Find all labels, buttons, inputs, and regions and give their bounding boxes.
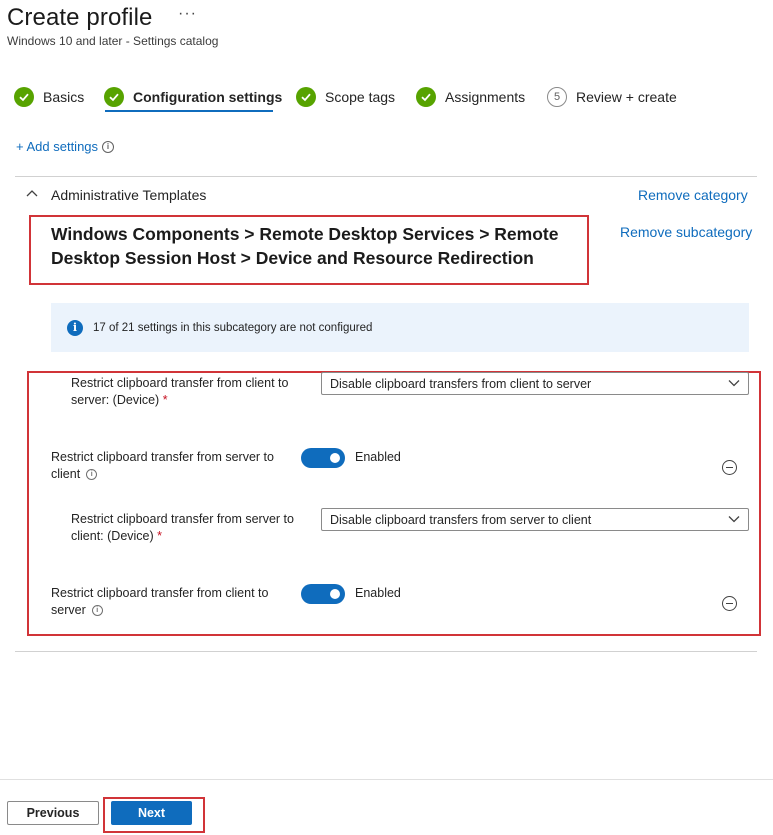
divider [15, 176, 757, 177]
chevron-down-icon [728, 516, 740, 523]
active-step-indicator [105, 110, 273, 112]
checkmark-icon [104, 87, 124, 107]
add-settings-link[interactable]: + Add settings i [16, 139, 115, 154]
toggle-knob [330, 589, 340, 599]
checkmark-icon [14, 87, 34, 107]
chevron-up-icon[interactable] [26, 188, 38, 198]
info-icon[interactable]: i [91, 605, 103, 617]
step-label: Review + create [576, 89, 677, 105]
info-icon[interactable]: i [86, 469, 98, 481]
required-marker: * [157, 529, 163, 543]
info-message-bar: i 17 of 21 settings in this subcategory … [51, 303, 749, 352]
step-assignments[interactable]: Assignments [416, 84, 525, 110]
step-scope-tags[interactable]: Scope tags [296, 84, 395, 110]
toggle-state-text: Enabled [355, 586, 401, 600]
setting-label: Restrict clipboard transfer from client … [51, 586, 269, 617]
add-settings-label: + Add settings [16, 139, 99, 154]
info-icon[interactable]: i [102, 140, 115, 153]
toggle-knob [330, 453, 340, 463]
step-label: Assignments [445, 89, 526, 105]
clipboard-client-to-server-toggle[interactable] [301, 584, 345, 604]
dropdown-value: Disable clipboard transfers from server … [330, 512, 592, 527]
dropdown-value: Disable clipboard transfers from client … [330, 376, 592, 391]
previous-button[interactable]: Previous [7, 801, 99, 825]
remove-setting-icon[interactable] [722, 596, 737, 611]
checkmark-icon [416, 87, 436, 107]
required-marker: * [162, 393, 168, 407]
step-label: Configuration settings [133, 89, 283, 105]
next-button[interactable]: Next [111, 801, 192, 825]
step-label: Scope tags [325, 89, 396, 105]
page-title: Create profile [7, 4, 153, 31]
toggle-state-text: Enabled [355, 450, 401, 464]
chevron-down-icon [728, 380, 740, 387]
step-label: Basics [43, 89, 85, 105]
step-review-create[interactable]: 5 Review + create [547, 84, 677, 110]
info-message-text: 17 of 21 settings in this subcategory ar… [93, 321, 373, 334]
info-icon: i [67, 319, 83, 336]
clipboard-server-to-client-dropdown[interactable]: Disable clipboard transfers from server … [321, 508, 749, 531]
checkmark-icon [296, 87, 316, 107]
step-configuration-settings[interactable]: Configuration settings [104, 84, 282, 110]
remove-setting-icon[interactable] [722, 460, 737, 475]
page-subtitle: Windows 10 and later - Settings catalog [7, 34, 219, 48]
divider [15, 651, 757, 652]
clipboard-server-to-client-toggle[interactable] [301, 448, 345, 468]
step-number: 5 [547, 87, 567, 107]
step-basics[interactable]: Basics [14, 84, 84, 110]
setting-label: Restrict clipboard transfer from server … [71, 512, 294, 543]
subcategory-title: Windows Components > Remote Desktop Serv… [51, 224, 559, 268]
remove-subcategory-link[interactable]: Remove subcategory [620, 224, 752, 240]
more-options-icon[interactable]: ··· [178, 5, 197, 23]
setting-label: Restrict clipboard transfer from server … [51, 450, 274, 481]
clipboard-client-to-server-dropdown[interactable]: Disable clipboard transfers from client … [321, 372, 749, 395]
category-title: Administrative Templates [51, 187, 207, 203]
setting-label: Restrict clipboard transfer from client … [71, 376, 289, 407]
remove-category-link[interactable]: Remove category [638, 187, 748, 203]
footer-divider [0, 779, 773, 780]
